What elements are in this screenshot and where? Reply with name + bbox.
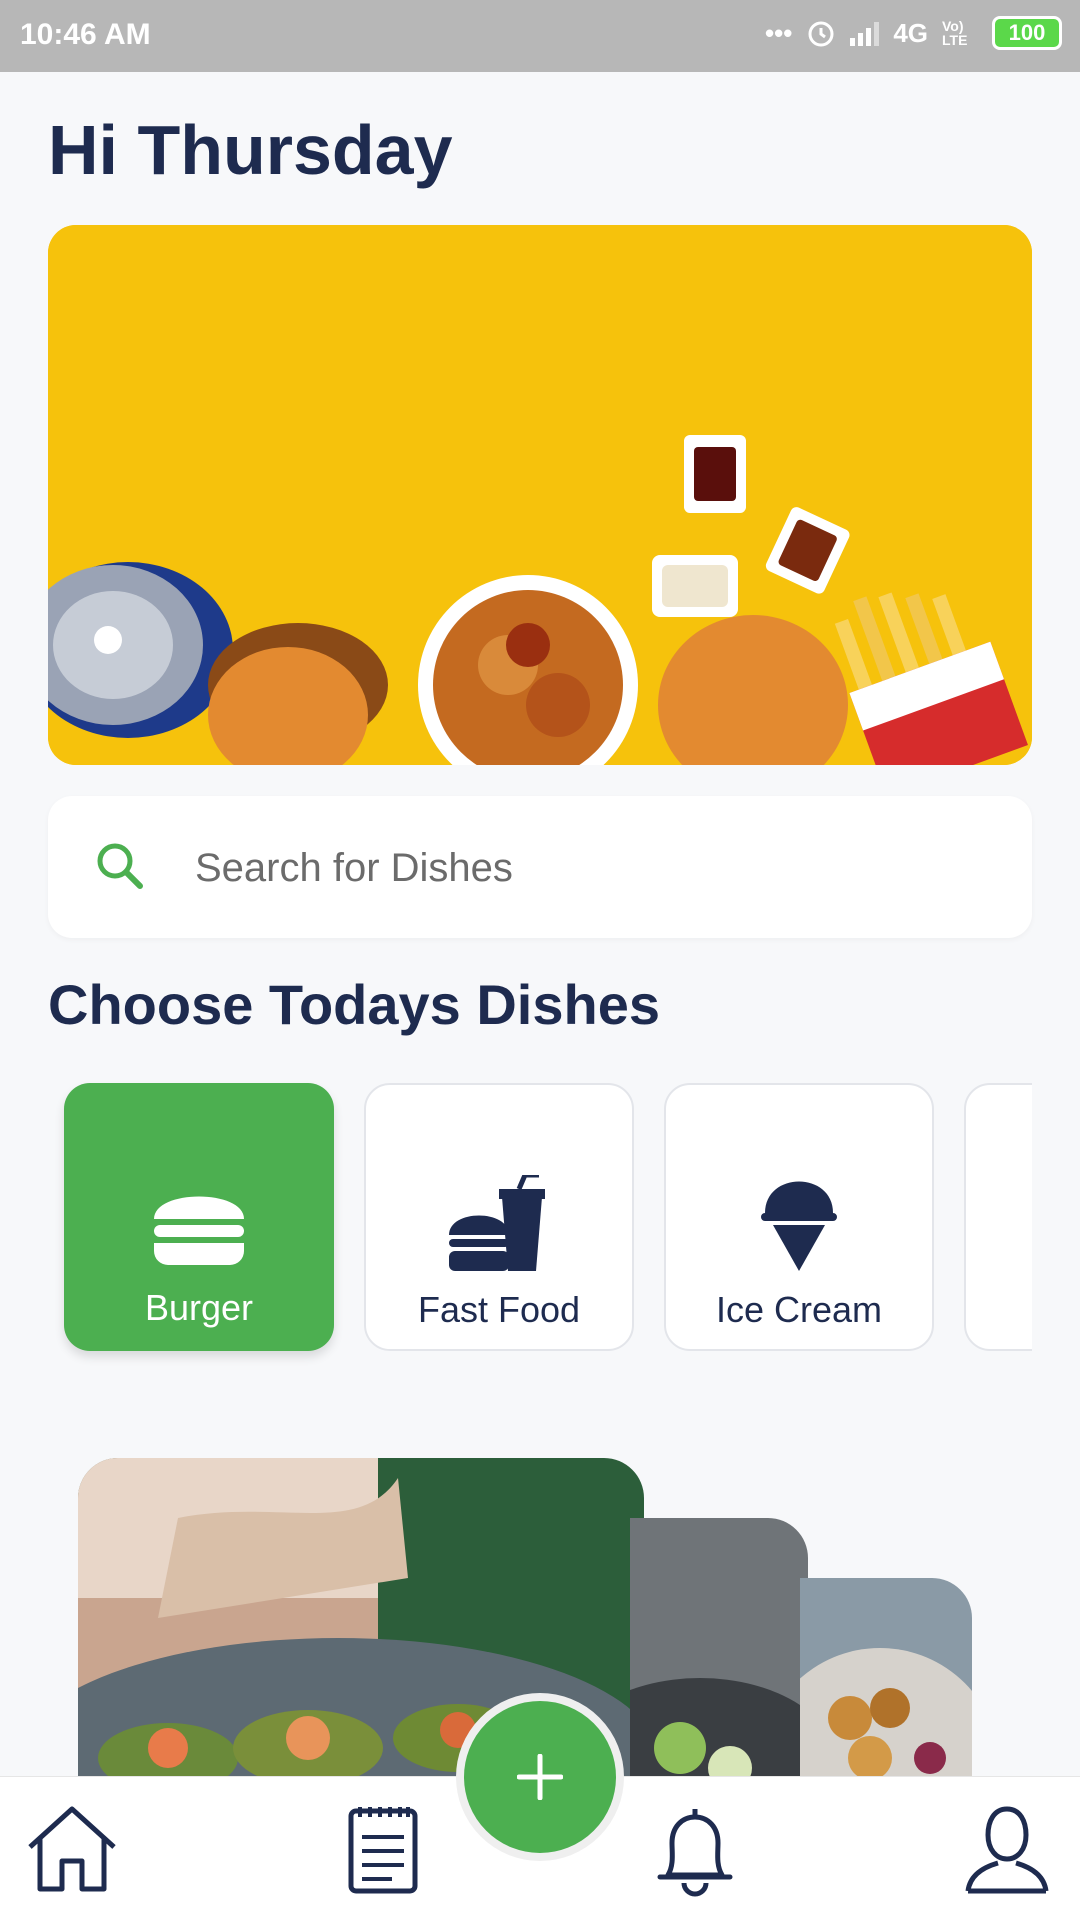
add-button[interactable]	[456, 1693, 624, 1861]
status-bar: 10:46 AM ••• 4G Vo) LTE 100	[0, 0, 1080, 72]
fast-food-icon	[447, 1171, 551, 1271]
signal-icon	[850, 20, 880, 46]
burger-icon	[149, 1169, 249, 1269]
category-fast-food[interactable]: Fast Food	[364, 1083, 634, 1351]
plus-icon	[517, 1754, 563, 1800]
category-burger[interactable]: Burger	[64, 1083, 334, 1351]
dish-card-2-image[interactable]	[630, 1518, 808, 1798]
nav-home[interactable]	[24, 1803, 120, 1900]
category-ice-cream[interactable]: Ice Cream	[664, 1083, 934, 1351]
nav-profile[interactable]	[964, 1803, 1050, 1900]
search-icon	[97, 843, 143, 889]
category-label: Burger	[144, 1287, 254, 1328]
search-bar[interactable]	[48, 796, 1032, 938]
network-type: 4G	[893, 17, 928, 48]
hero-banner-image	[48, 225, 1032, 765]
notepad-icon	[348, 1807, 418, 1894]
more-dots-icon: •••	[765, 17, 793, 48]
dish-card-3-image[interactable]	[800, 1578, 972, 1798]
category-label: Ice Cream	[715, 1289, 883, 1330]
battery-indicator: 100	[992, 16, 1062, 50]
status-icons: ••• 4G Vo) LTE 100	[765, 16, 1062, 50]
nav-orders[interactable]	[346, 1803, 420, 1900]
category-more[interactable]	[964, 1083, 1032, 1351]
category-list[interactable]: Burger Fast Food Ice Cream	[48, 1078, 1032, 1368]
search-input[interactable]	[193, 832, 977, 904]
alarm-icon	[808, 21, 834, 47]
home-icon	[28, 1806, 116, 1892]
volte-label: Vo) LTE	[942, 18, 968, 48]
status-time: 10:46 AM	[20, 18, 151, 51]
ice-cream-icon	[759, 1171, 839, 1271]
section-title: Choose Todays Dishes	[48, 973, 661, 1036]
bell-icon	[657, 1809, 733, 1897]
nav-notifications[interactable]	[652, 1803, 738, 1904]
category-label: Fast Food	[417, 1289, 581, 1330]
greeting-title: Hi Thursday	[48, 111, 453, 189]
user-icon	[965, 1806, 1049, 1894]
